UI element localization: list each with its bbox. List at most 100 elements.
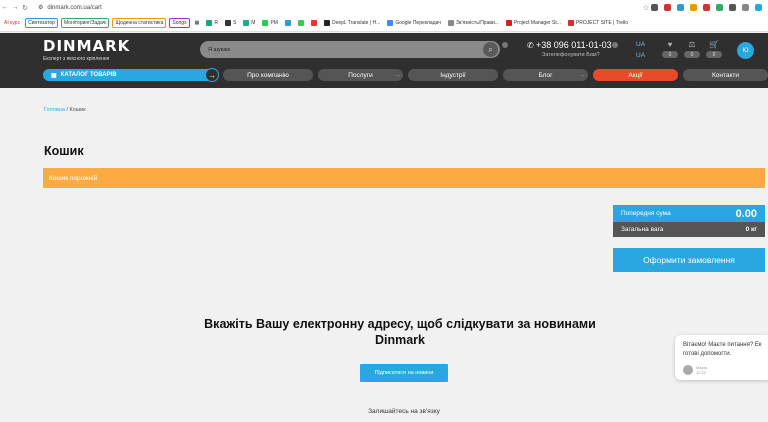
- subscribe-button[interactable]: Підписатися на новини: [360, 364, 448, 382]
- subtotal-row: Попередня сума 0.00: [613, 205, 765, 222]
- callback-link[interactable]: Зателефонувати Вам?: [542, 52, 600, 58]
- main-menu: Про компанію Послуги → Індустрії Блог → Ак…: [223, 69, 768, 81]
- url-field[interactable]: ⚙ dinmark.com.ua/cart: [38, 4, 641, 12]
- chevron-right-icon: →: [394, 71, 401, 79]
- site-info-icon[interactable]: ⚙: [38, 4, 43, 11]
- forward-icon[interactable]: →: [10, 4, 20, 11]
- bookmark[interactable]: Google Перекладач: [385, 19, 443, 27]
- bookmark-favicon: [262, 20, 269, 26]
- breadcrumb-separator: /: [66, 107, 68, 113]
- bookmark-favicon: [567, 20, 574, 26]
- extension-icon[interactable]: [729, 4, 736, 11]
- phone-number[interactable]: +38 096 011-01-03: [536, 40, 612, 50]
- bookmark[interactable]: Щоденна статистика: [112, 18, 167, 28]
- extension-icon[interactable]: [664, 4, 671, 11]
- subtotal-value: 0.00: [735, 207, 757, 220]
- logo-text: DINMARK: [43, 37, 131, 55]
- cart-icon: 🛒: [709, 40, 719, 49]
- bookmark[interactable]: [309, 19, 319, 27]
- menu-item-blog[interactable]: Блог →: [503, 69, 588, 81]
- extension-icon[interactable]: [742, 4, 749, 11]
- menu-item-about[interactable]: Про компанію: [223, 69, 313, 81]
- bookmark-favicon: [224, 20, 231, 26]
- menu-item-services[interactable]: Послуги →: [318, 69, 403, 81]
- apps-grid-icon[interactable]: ▦: [193, 19, 202, 27]
- cart-button[interactable]: 🛒 0: [706, 40, 722, 58]
- extension-icon[interactable]: [716, 4, 723, 11]
- back-icon[interactable]: ←: [0, 4, 10, 11]
- site-header: DINMARK Експерт з якісного кріплення Я ш…: [0, 33, 768, 88]
- search-icon[interactable]: ⌕: [483, 42, 498, 57]
- search-placeholder: Я шукаю: [208, 46, 231, 53]
- extension-icon[interactable]: [690, 4, 697, 11]
- checkout-button[interactable]: Оформити замовлення: [613, 248, 765, 272]
- chevron-right-icon: →: [579, 71, 586, 79]
- scales-icon: ⚖: [688, 40, 696, 49]
- bookmark[interactable]: S: [223, 19, 238, 27]
- menu-item-promotions[interactable]: Акції: [593, 69, 678, 81]
- bookmark-favicon: [243, 20, 250, 26]
- wishlist-button[interactable]: ♥ 0: [662, 40, 678, 58]
- extension-icon[interactable]: [703, 4, 710, 11]
- breadcrumb-current: Кошик: [69, 107, 86, 113]
- profile-icon[interactable]: [755, 4, 762, 11]
- chat-agent: Марія 11:23: [683, 365, 767, 375]
- phone-icon: ✆: [527, 41, 534, 50]
- bookmark[interactable]: Синтезатор: [25, 18, 58, 28]
- bookmarks-bar: AI курс Синтезатор Моніторинг/Задачі Щод…: [0, 15, 768, 32]
- language-selector[interactable]: UA: [636, 41, 645, 48]
- bookmark[interactable]: R: [204, 19, 220, 27]
- message-time: 11:23: [696, 370, 706, 375]
- bookmark-favicon: [323, 20, 330, 26]
- bookmark-favicon: [447, 20, 454, 26]
- bookmark-favicon: [206, 20, 213, 26]
- bookmark[interactable]: [296, 19, 306, 27]
- bookmark-favicon: [297, 20, 304, 26]
- subtotal-label: Попередня сума: [621, 210, 671, 217]
- bookmark[interactable]: Моніторинг/Задачі: [60, 18, 110, 28]
- chat-widget[interactable]: Вітаємо! Маєте питання? Ек готові допомо…: [675, 335, 768, 380]
- bookmark[interactable]: Songs: [169, 18, 190, 28]
- extension-icon[interactable]: [651, 4, 658, 11]
- clear-search-icon[interactable]: [502, 42, 508, 48]
- bookmark[interactable]: [283, 19, 293, 27]
- page-title: Кошик: [44, 144, 84, 158]
- bookmark[interactable]: Зв'язність/Прави...: [446, 19, 501, 27]
- bookmark[interactable]: DeepL Translate | H...: [322, 19, 382, 27]
- header-icons: ♥ 0 ⚖ 0 🛒 0: [662, 40, 722, 58]
- reload-icon[interactable]: ↻: [20, 4, 30, 12]
- bookmark[interactable]: PM: [260, 19, 280, 27]
- bookmark-star-icon[interactable]: ☆: [641, 4, 651, 12]
- phone-close-icon[interactable]: [612, 42, 618, 48]
- weight-label: Загальна вага: [621, 226, 664, 233]
- user-avatar[interactable]: Ю: [737, 42, 754, 59]
- bookmark-favicon: [284, 20, 291, 26]
- grid-icon: ▦: [51, 72, 57, 79]
- breadcrumb: Головна / Кошик: [44, 107, 86, 113]
- bookmark[interactable]: M: [241, 19, 257, 27]
- breadcrumb-home[interactable]: Головна: [44, 107, 65, 113]
- menu-item-industries[interactable]: Індустрії: [408, 69, 498, 81]
- logo[interactable]: DINMARK Експерт з якісного кріплення: [43, 37, 130, 62]
- weight-row: Загальна вага 0 кг: [613, 222, 765, 237]
- language-option[interactable]: UA: [636, 52, 645, 59]
- avatar: [683, 365, 693, 375]
- cart-count: 0: [706, 51, 722, 58]
- compare-count: 0: [684, 51, 700, 58]
- wishlist-count: 0: [662, 51, 678, 58]
- catalog-button[interactable]: ▦ КАТАЛОГ ТОВАРІВ →: [43, 68, 219, 82]
- logo-tagline: Експерт з якісного кріплення: [43, 56, 110, 62]
- bookmark[interactable]: PROJECT SITE | Trello: [566, 19, 630, 27]
- url-text: dinmark.com.ua/cart: [47, 4, 102, 11]
- catalog-label: КАТАЛОГ ТОВАРІВ: [60, 72, 117, 78]
- bookmark[interactable]: Project Manager St...: [504, 19, 563, 27]
- compare-button[interactable]: ⚖ 0: [684, 40, 700, 58]
- weight-value: 0 кг: [745, 226, 757, 233]
- subscribe-title: Вкажіть Вашу електронну адресу, щоб слід…: [204, 317, 596, 347]
- extension-icon[interactable]: [677, 4, 684, 11]
- arrow-right-icon: →: [205, 68, 219, 82]
- browser-address-bar: ← → ↻ ⚙ dinmark.com.ua/cart ☆: [0, 0, 768, 15]
- search-input[interactable]: Я шукаю ⌕: [200, 41, 500, 58]
- menu-item-contacts[interactable]: Контакти: [683, 69, 768, 81]
- bookmark[interactable]: AI курс: [2, 19, 22, 27]
